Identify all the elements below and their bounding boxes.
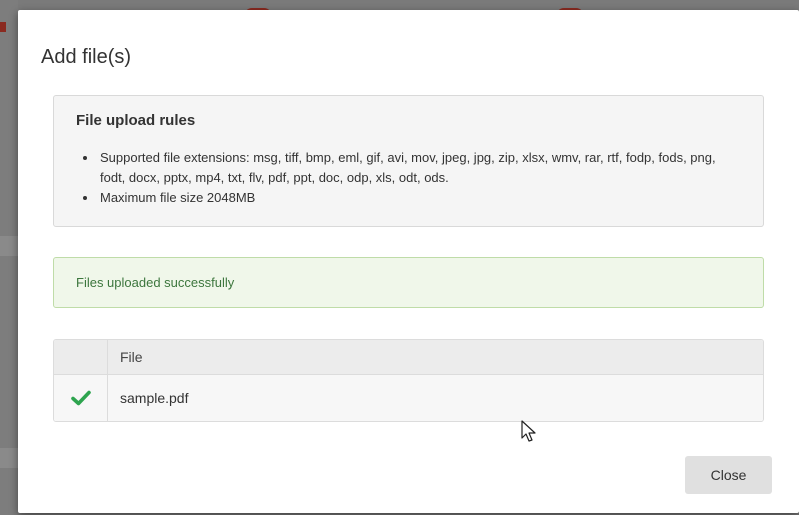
dialog-title: Add file(s) [41,46,132,68]
upload-rules-panel: File upload rules Supported file extensi… [53,95,764,227]
background-strip [0,0,18,515]
add-files-dialog: Add file(s) File upload rules Supported … [18,10,799,513]
status-cell [54,375,108,421]
success-alert-message: Files uploaded successfully [76,275,235,290]
close-button[interactable]: Close [685,456,772,494]
rules-list: Supported file extensions: msg, tiff, bm… [98,148,738,208]
rules-heading: File upload rules [76,112,196,129]
file-column-header: File [120,349,143,365]
file-name-cell: sample.pdf [120,390,189,406]
success-alert: Files uploaded successfully [53,257,764,308]
table-row: sample.pdf [54,375,763,421]
rule-item: Maximum file size 2048MB [98,188,738,208]
check-icon [70,390,91,406]
background-accent [0,22,6,32]
table-header: File [54,340,763,375]
rule-item: Supported file extensions: msg, tiff, bm… [98,148,738,188]
status-column-header [54,340,108,374]
background-bar [0,236,18,256]
uploaded-files-table: File sample.pdf [53,339,764,422]
mouse-pointer-icon [521,420,537,449]
background-bar [0,448,18,468]
